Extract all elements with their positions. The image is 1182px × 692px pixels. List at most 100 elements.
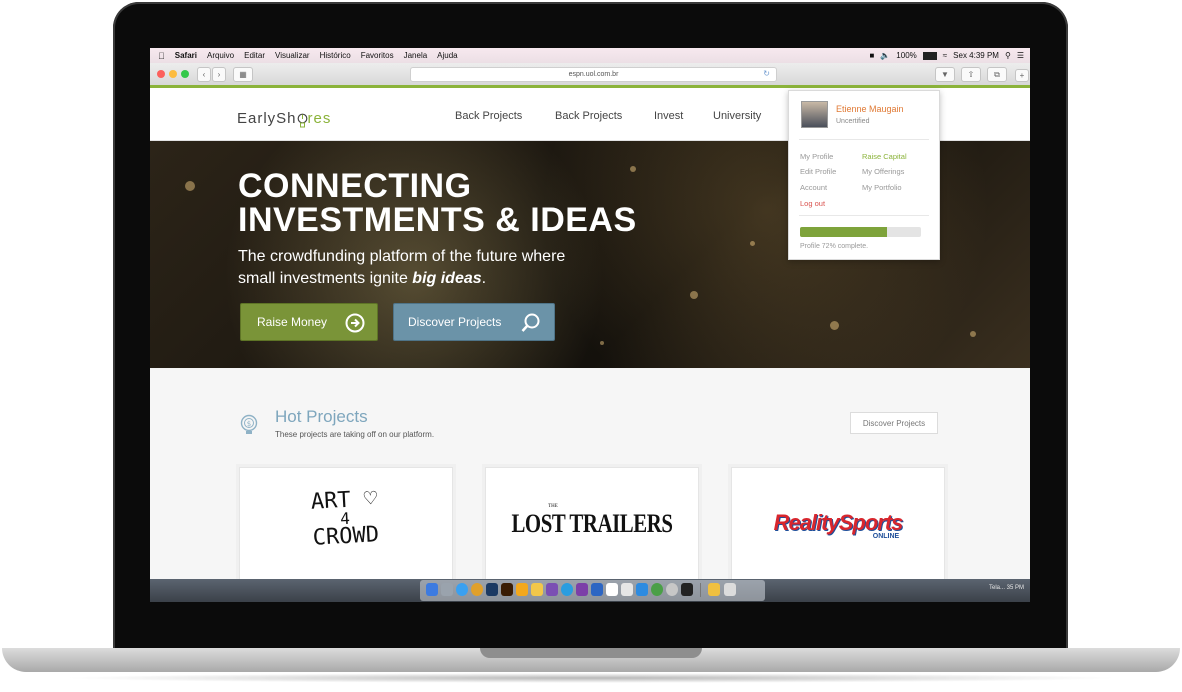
textedit-icon[interactable] bbox=[621, 583, 633, 596]
hot-projects-title: Hot Projects bbox=[275, 407, 368, 426]
volume-icon[interactable]: 🔈 bbox=[880, 51, 890, 60]
download-icon[interactable]: ▼ bbox=[935, 67, 955, 82]
bokeh-light bbox=[750, 241, 755, 246]
lightbulb-dollar-icon: $ bbox=[239, 414, 259, 436]
notes-icon[interactable] bbox=[531, 583, 543, 596]
safari-icon[interactable] bbox=[456, 583, 468, 596]
menubar-clock[interactable]: Sex 4:39 PM bbox=[953, 51, 999, 60]
profile-progress-bar bbox=[800, 227, 921, 237]
bokeh-light bbox=[970, 331, 976, 337]
avatar[interactable] bbox=[801, 101, 828, 128]
menu-raise-capital[interactable]: Raise Capital bbox=[862, 152, 907, 161]
user-status: Uncertified bbox=[836, 118, 870, 125]
trash-icon[interactable] bbox=[724, 583, 736, 596]
menu-edit-profile[interactable]: Edit Profile bbox=[800, 167, 836, 176]
share-icon[interactable]: ⇧ bbox=[961, 67, 981, 82]
hero-subtitle: The crowdfunding platform of the future … bbox=[238, 246, 565, 290]
discover-projects-button[interactable]: Discover Projects bbox=[393, 303, 555, 341]
bokeh-light bbox=[830, 321, 839, 330]
lost-trailers-logo: THE LOST TRAILERS bbox=[486, 504, 698, 539]
photoshop-icon[interactable] bbox=[486, 583, 498, 596]
nav-invest[interactable]: Invest bbox=[654, 110, 683, 122]
finder-icon[interactable] bbox=[426, 583, 438, 596]
spotlight-icon[interactable]: ⚲ bbox=[1005, 51, 1011, 60]
site-logo[interactable]: EarlySh res bbox=[237, 110, 331, 128]
notification-center-icon[interactable]: ☰ bbox=[1017, 51, 1024, 60]
minimize-window-icon[interactable] bbox=[169, 70, 177, 78]
battery-percent: 100% bbox=[896, 51, 917, 60]
wifi-icon[interactable]: ≈ bbox=[943, 51, 947, 60]
menu-account[interactable]: Account bbox=[800, 183, 827, 192]
safari-toolbar: ‹ › ▦ espn.uol.com.br ↻ ▼ ⇧ ⧉ + bbox=[150, 63, 1030, 86]
menu-log-out[interactable]: Log out bbox=[800, 199, 825, 208]
laptop-screen:  Safari Arquivo Editar Visualizar Histó… bbox=[150, 48, 1030, 602]
discover-projects-small-button[interactable]: Discover Projects bbox=[850, 412, 938, 434]
hero-subtitle-suffix: . bbox=[481, 270, 487, 287]
settings-icon[interactable] bbox=[666, 583, 678, 596]
profile-progress-text: Profile 72% complete. bbox=[800, 243, 869, 250]
raise-money-button[interactable]: Raise Money bbox=[240, 303, 378, 341]
menu-my-portfolio[interactable]: My Portfolio bbox=[862, 183, 902, 192]
nav-back-projects-1[interactable]: Back Projects bbox=[455, 110, 522, 122]
laptop-shadow bbox=[60, 673, 1122, 683]
menu-item-visualizar[interactable]: Visualizar bbox=[275, 51, 310, 60]
account-icon[interactable]: ■ bbox=[869, 51, 874, 60]
back-button[interactable]: ‹ bbox=[197, 67, 211, 82]
hero-subtitle-line2: small investments ignite big ideas. bbox=[238, 268, 565, 290]
tabs-icon[interactable]: ⧉ bbox=[987, 67, 1007, 82]
menu-my-profile[interactable]: My Profile bbox=[800, 152, 833, 161]
menubar-status: ■ 🔈 100% ≈ Sex 4:39 PM ⚲ ☰ bbox=[869, 48, 1024, 63]
profile-progress-fill bbox=[800, 227, 888, 237]
lost-trailers-name: LOST TRAILERS bbox=[511, 509, 673, 538]
apple-icon[interactable]:  bbox=[158, 51, 165, 61]
menu-item-favoritos[interactable]: Favoritos bbox=[361, 51, 394, 60]
user-name[interactable]: Etienne Maugain bbox=[836, 104, 904, 114]
dock-divider bbox=[700, 583, 701, 597]
mac-dock bbox=[420, 580, 765, 601]
menu-app-name[interactable]: Safari bbox=[175, 51, 197, 60]
podcast-icon[interactable] bbox=[576, 583, 588, 596]
search-icon bbox=[520, 312, 542, 337]
hero-title-line2: INVESTMENTS & IDEAS bbox=[238, 201, 637, 239]
illustrator-icon[interactable] bbox=[501, 583, 513, 596]
calendar-icon[interactable] bbox=[606, 583, 618, 596]
folder-icon[interactable] bbox=[708, 583, 720, 596]
sidebar-icon[interactable]: ▦ bbox=[233, 67, 253, 82]
lightbulb-icon bbox=[297, 113, 308, 128]
skype-icon[interactable] bbox=[561, 583, 573, 596]
github-icon[interactable] bbox=[546, 583, 558, 596]
messages-icon[interactable] bbox=[636, 583, 648, 596]
new-tab-icon[interactable]: + bbox=[1015, 69, 1029, 82]
app-store-icon[interactable] bbox=[591, 583, 603, 596]
nav-university[interactable]: University bbox=[713, 110, 761, 122]
maps-icon[interactable] bbox=[651, 583, 663, 596]
close-window-icon[interactable] bbox=[157, 70, 165, 78]
logo-prefix: EarlySh bbox=[237, 110, 297, 127]
raise-money-label: Raise Money bbox=[257, 315, 328, 329]
menu-item-ajuda[interactable]: Ajuda bbox=[437, 51, 457, 60]
chrome-icon[interactable] bbox=[471, 583, 483, 596]
menu-item-arquivo[interactable]: Arquivo bbox=[207, 51, 234, 60]
hot-projects-section: $ Hot Projects These projects are taking… bbox=[150, 369, 1030, 599]
url-text: espn.uol.com.br bbox=[568, 71, 619, 78]
reload-icon[interactable]: ↻ bbox=[763, 69, 770, 78]
terminal-icon[interactable] bbox=[681, 583, 693, 596]
menu-my-offerings[interactable]: My Offerings bbox=[862, 167, 904, 176]
forward-button[interactable]: › bbox=[212, 67, 226, 82]
nav-back-projects-2[interactable]: Back Projects bbox=[555, 110, 622, 122]
address-bar[interactable]: espn.uol.com.br ↻ bbox=[410, 67, 777, 82]
user-menu-dropdown: Etienne Maugain Uncertified My Profile E… bbox=[788, 90, 940, 260]
menu-item-editar[interactable]: Editar bbox=[244, 51, 265, 60]
dropdown-divider bbox=[799, 215, 929, 216]
art4crowd-logo: ART ♡ 4 CROWD bbox=[279, 486, 412, 552]
sketch-icon[interactable] bbox=[516, 583, 528, 596]
dropdown-divider bbox=[799, 139, 929, 140]
battery-icon[interactable] bbox=[922, 51, 937, 60]
zoom-window-icon[interactable] bbox=[181, 70, 189, 78]
launchpad-icon[interactable] bbox=[441, 583, 453, 596]
hero-subtitle-prefix: small investments ignite bbox=[238, 270, 413, 287]
discover-projects-label: Discover Projects bbox=[408, 315, 502, 329]
hero-title: CONNECTING INVESTMENTS & IDEAS bbox=[238, 169, 637, 237]
menu-item-janela[interactable]: Janela bbox=[404, 51, 428, 60]
menu-item-historico[interactable]: Histórico bbox=[320, 51, 351, 60]
